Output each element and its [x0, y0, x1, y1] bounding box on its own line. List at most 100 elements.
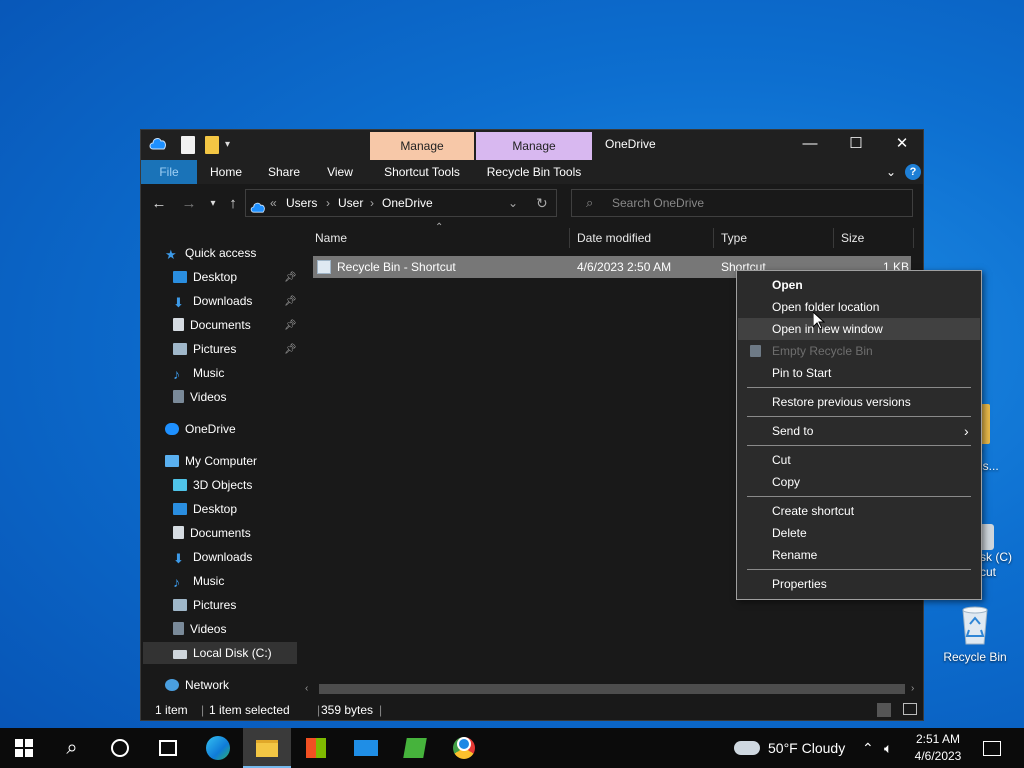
sidebar-item-local-disk[interactable]: Local Disk (C:) [143, 642, 297, 664]
menu-item-restore-previous-versions[interactable]: Restore previous versions [738, 391, 980, 413]
pin-icon[interactable]: 📌︎ [284, 296, 297, 307]
column-header-size[interactable]: Size [841, 224, 864, 250]
address-bar[interactable]: « Users › User › OneDrive ⌄ ↻ [245, 189, 557, 217]
expand-ribbon-icon[interactable]: ⌄ [881, 160, 901, 184]
pin-icon[interactable]: 📌︎ [284, 272, 297, 283]
breadcrumb-onedrive[interactable]: OneDrive [382, 190, 433, 216]
horizontal-scrollbar[interactable]: ‹ › [301, 681, 923, 697]
chevron-up-icon: ⌃ [862, 740, 874, 756]
tab-home[interactable]: Home [199, 160, 253, 184]
show-hidden-icons-button[interactable]: ⌃ [862, 728, 874, 768]
tab-manage-recycle-bin[interactable]: Manage [476, 132, 592, 160]
column-separator[interactable] [833, 228, 834, 248]
breadcrumb-separator[interactable]: › [326, 190, 330, 216]
taskbar-edge[interactable] [194, 728, 242, 768]
sidebar-item-pictures[interactable]: Pictures [173, 338, 236, 360]
menu-item-open[interactable]: Open [738, 274, 980, 296]
clock[interactable]: 2:51 AM 4/6/2023 [908, 731, 968, 765]
new-folder-icon[interactable] [205, 136, 219, 154]
close-button[interactable]: ✕ [879, 130, 925, 158]
menu-item-create-shortcut[interactable]: Create shortcut [738, 500, 980, 522]
maximize-button[interactable]: ☐ [833, 130, 879, 158]
sidebar-item-network[interactable]: Network [165, 674, 229, 696]
desktop-icon-recycle-bin[interactable]: Recycle Bin [938, 602, 1012, 665]
menu-item-cut[interactable]: Cut [738, 449, 980, 471]
taskbar-app-green[interactable] [391, 728, 439, 768]
tab-share[interactable]: Share [257, 160, 311, 184]
taskbar-store[interactable] [292, 728, 340, 768]
up-arrow-icon[interactable]: ↑ [223, 194, 243, 214]
tab-recycle-bin-tools[interactable]: Recycle Bin Tools [476, 160, 592, 184]
sidebar-item-music[interactable]: ♪ Music [173, 362, 224, 384]
back-arrow-icon[interactable]: ← [149, 194, 169, 214]
sidebar-item-pc-downloads[interactable]: ⬇ Downloads [173, 546, 252, 568]
menu-item-delete[interactable]: Delete [738, 522, 980, 544]
download-icon: ⬇ [173, 551, 184, 566]
search-box[interactable]: ⌕ Search OneDrive [571, 189, 913, 217]
column-header-date[interactable]: Date modified [577, 224, 651, 250]
column-separator[interactable] [569, 228, 570, 248]
large-icons-view-icon[interactable] [903, 703, 917, 715]
search-input[interactable]: Search OneDrive [612, 190, 704, 216]
menu-item-properties[interactable]: Properties [738, 573, 980, 595]
taskbar-file-explorer[interactable] [243, 728, 291, 768]
menu-item-empty-recycle-bin[interactable]: Empty Recycle Bin [738, 340, 980, 362]
sidebar-item-pc-documents[interactable]: Documents [173, 522, 251, 544]
tab-manage-shortcut[interactable]: Manage [370, 132, 474, 160]
scrollbar-thumb[interactable] [319, 684, 905, 694]
breadcrumb-overflow[interactable]: « [270, 190, 277, 216]
start-button[interactable] [0, 728, 48, 768]
onedrive-icon [165, 423, 179, 435]
weather-widget[interactable]: 50°F Cloudy [734, 728, 845, 768]
menu-item-copy[interactable]: Copy [738, 471, 980, 493]
sidebar-item-quick-access[interactable]: ★ Quick access [165, 242, 256, 264]
sidebar-item-pc-music[interactable]: ♪ Music [173, 570, 224, 592]
menu-item-rename[interactable]: Rename [738, 544, 980, 566]
cube-icon [173, 479, 187, 491]
sidebar-item-onedrive[interactable]: OneDrive [165, 418, 236, 440]
details-view-icon[interactable] [877, 703, 891, 717]
scroll-right-icon[interactable]: › [911, 681, 914, 697]
taskbar-mail[interactable] [342, 728, 390, 768]
address-dropdown-icon[interactable]: ⌄ [508, 190, 518, 216]
taskbar-chrome[interactable] [440, 728, 488, 768]
sidebar-item-pc-videos[interactable]: Videos [173, 618, 226, 640]
pin-icon[interactable]: 📌︎ [284, 344, 297, 355]
notifications-button[interactable] [980, 728, 1004, 768]
tab-shortcut-tools[interactable]: Shortcut Tools [370, 160, 474, 184]
forward-arrow-icon[interactable]: → [179, 194, 199, 214]
task-view-button[interactable] [144, 728, 192, 768]
tab-file[interactable]: File [141, 160, 197, 184]
recent-locations-icon[interactable]: ▾ [203, 194, 223, 214]
sidebar-item-my-computer[interactable]: My Computer [165, 450, 257, 472]
tab-view[interactable]: View [313, 160, 367, 184]
column-header-name[interactable]: Name [315, 224, 347, 250]
column-separator[interactable] [713, 228, 714, 248]
sidebar-item-pc-pictures[interactable]: Pictures [173, 594, 236, 616]
column-separator[interactable] [913, 228, 914, 248]
menu-item-pin-to-start[interactable]: Pin to Start [738, 362, 980, 384]
sidebar-item-3d-objects[interactable]: 3D Objects [173, 474, 252, 496]
scroll-left-icon[interactable]: ‹ [305, 681, 308, 697]
menu-item-open-in-new-window[interactable]: Open in new window [738, 318, 980, 340]
minimize-button[interactable]: — [787, 130, 833, 158]
breadcrumb-separator[interactable]: › [370, 190, 374, 216]
sidebar-item-documents[interactable]: Documents [173, 314, 251, 336]
volume-button[interactable]: 🔈︎ [884, 728, 892, 768]
cortana-button[interactable] [96, 728, 144, 768]
breadcrumb-users[interactable]: Users [286, 190, 317, 216]
qat-dropdown-icon[interactable]: ▾ [225, 136, 235, 154]
pin-icon[interactable]: 📌︎ [284, 320, 297, 331]
sidebar-item-pc-desktop[interactable]: Desktop [173, 498, 237, 520]
breadcrumb-user[interactable]: User [338, 190, 363, 216]
help-icon[interactable]: ? [905, 164, 921, 180]
sidebar-item-downloads[interactable]: ⬇ Downloads [173, 290, 252, 312]
menu-item-send-to[interactable]: Send to › [738, 420, 980, 442]
refresh-icon[interactable]: ↻ [536, 190, 548, 216]
search-button[interactable]: ⌕ [48, 728, 96, 768]
properties-icon[interactable] [181, 136, 195, 154]
column-header-type[interactable]: Type [721, 224, 747, 250]
sidebar-item-videos[interactable]: Videos [173, 386, 226, 408]
menu-item-open-folder-location[interactable]: Open folder location [738, 296, 980, 318]
sidebar-item-desktop[interactable]: Desktop [173, 266, 237, 288]
